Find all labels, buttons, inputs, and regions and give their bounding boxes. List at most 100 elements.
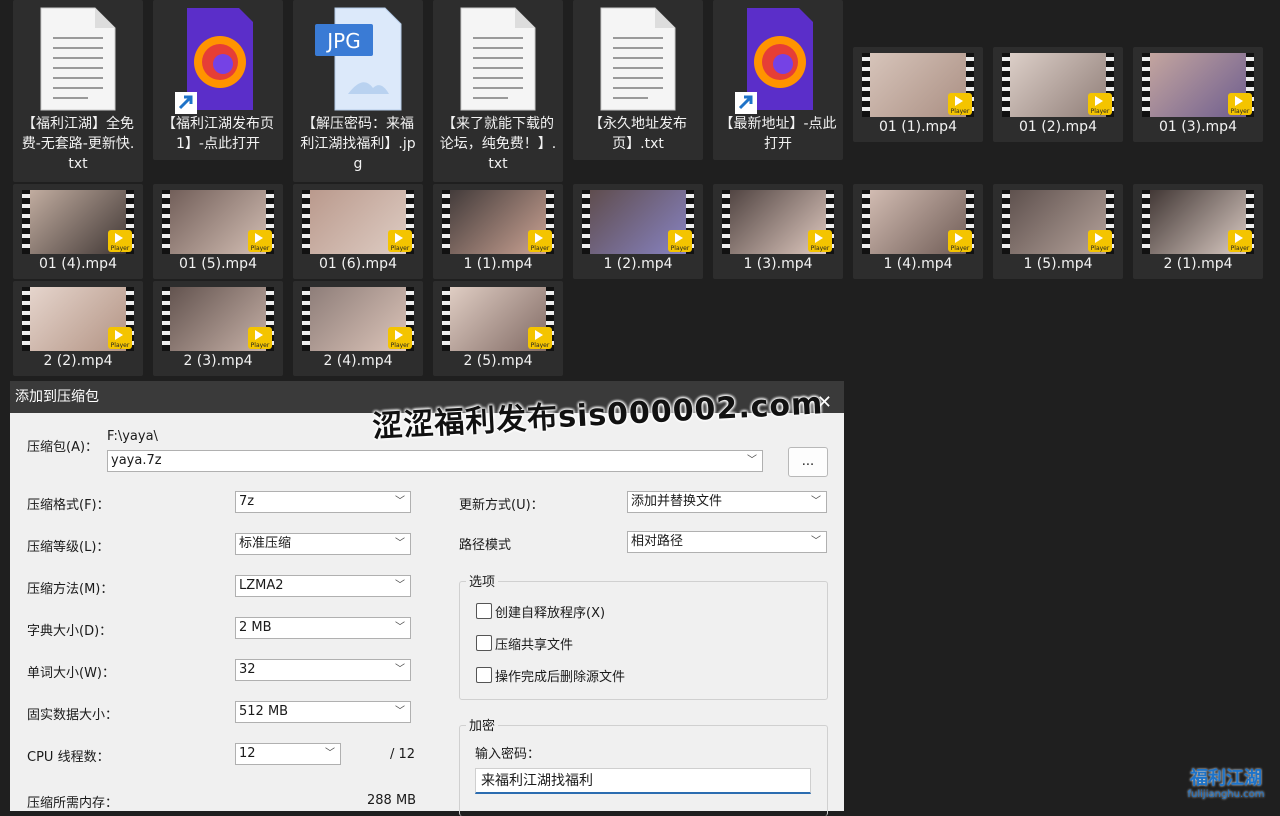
delete-label: 操作完成后删除源文件 (495, 670, 626, 685)
word-select[interactable]: 32 ﹀ (235, 659, 411, 681)
path-label: 路径模式 (459, 538, 512, 553)
file-name: 2 (5).mp4 (463, 353, 533, 369)
archive-label: 压缩包(A)： (27, 440, 99, 455)
level-select[interactable]: 标准压缩 ﹀ (235, 533, 411, 555)
archive-path: F:\yaya\ (107, 429, 158, 444)
path-value: 相对路径 (631, 534, 684, 549)
file-tile-video[interactable]: Player 1 (4).mp4 (853, 184, 983, 279)
method-value: LZMA2 (239, 578, 284, 593)
chevron-down-icon: ﹀ (811, 536, 821, 547)
file-tile-doc3[interactable]: JPG 【解压密码：来福利江湖找福利】.jpg (293, 0, 423, 182)
file-tile-video[interactable]: Player 01 (4).mp4 (13, 184, 143, 279)
logo-main: 福利江湖 (1190, 768, 1262, 789)
chevron-down-icon: ﹀ (395, 538, 405, 549)
video-thumbnail: Player (1002, 190, 1114, 254)
logo-sub: fulijianghu.com (1187, 789, 1265, 800)
file-name: 【永久地址发布页】.txt (589, 116, 687, 152)
cpu-select[interactable]: 12 ﹀ (235, 743, 341, 765)
format-label: 压缩格式(F)： (27, 498, 110, 513)
file-name: 1 (3).mp4 (743, 256, 813, 272)
video-thumbnail: Player (162, 190, 274, 254)
video-thumbnail: Player (442, 190, 554, 254)
video-thumbnail: Player (22, 190, 134, 254)
file-name: 2 (4).mp4 (323, 353, 393, 369)
solid-value: 512 MB (239, 704, 289, 719)
file-tile-video[interactable]: Player 1 (2).mp4 (573, 184, 703, 279)
password-input[interactable]: 来福利江湖找福利 (475, 768, 811, 794)
method-select[interactable]: LZMA2 ﹀ (235, 575, 411, 597)
file-tile-video[interactable]: Player 1 (3).mp4 (713, 184, 843, 279)
sfx-label: 创建自释放程序(X) (495, 606, 606, 621)
jpg-file-icon: JPG (313, 4, 403, 114)
update-select[interactable]: 添加并替换文件 ﹀ (627, 491, 827, 513)
player-badge-icon: Player (1228, 93, 1252, 115)
video-thumbnail: Player (582, 190, 694, 254)
file-tile-video[interactable]: Player 2 (5).mp4 (433, 281, 563, 376)
add-to-archive-dialog: 添加到压缩包 ✕ 压缩包(A)： F:\yaya\ yaya.7z ﹀ ... … (10, 381, 844, 816)
file-tile-video[interactable]: Player 01 (6).mp4 (293, 184, 423, 279)
video-thumbnail: Player (862, 53, 974, 117)
file-tile-video[interactable]: Player 2 (2).mp4 (13, 281, 143, 376)
update-value: 添加并替换文件 (631, 494, 723, 509)
shared-checkbox[interactable] (476, 635, 492, 651)
word-value: 32 (239, 662, 256, 677)
text-file-icon (453, 4, 543, 114)
file-tile-video[interactable]: Player 01 (2).mp4 (993, 47, 1123, 142)
player-badge-icon: Player (248, 327, 272, 349)
file-tile-doc5[interactable]: 【永久地址发布页】.txt (573, 0, 703, 160)
file-tile-video[interactable]: Player 1 (1).mp4 (433, 184, 563, 279)
dialog-title: 添加到压缩包 (15, 389, 99, 405)
file-tile-doc1[interactable]: 【福利江湖】全免费-无套路-更新快.txt (13, 0, 143, 182)
solid-select[interactable]: 512 MB ﹀ (235, 701, 411, 723)
file-name: 【解压密码：来福利江湖找福利】.jpg (300, 116, 416, 172)
text-file-icon (593, 4, 683, 114)
file-tile-video[interactable]: Player 01 (5).mp4 (153, 184, 283, 279)
jpg-badge: JPG (325, 29, 360, 53)
archive-name-value: yaya.7z (111, 453, 162, 468)
chevron-down-icon: ﹀ (395, 664, 405, 675)
file-tile-video[interactable]: Player 2 (3).mp4 (153, 281, 283, 376)
file-tile-doc6[interactable]: 【最新地址】-点此打开 (713, 0, 843, 160)
path-select[interactable]: 相对路径 ﹀ (627, 531, 827, 553)
file-name: 01 (3).mp4 (1159, 119, 1237, 135)
video-thumbnail: Player (1142, 53, 1254, 117)
delete-checkbox[interactable] (476, 667, 492, 683)
video-thumbnail: Player (722, 190, 834, 254)
level-label: 压缩等级(L)： (27, 540, 110, 555)
player-badge-icon: Player (668, 230, 692, 252)
file-tile-video[interactable]: Player 01 (3).mp4 (1133, 47, 1263, 142)
file-name: 1 (4).mp4 (883, 256, 953, 272)
file-tile-doc2[interactable]: 【福利江湖发布页1】-点此打开 (153, 0, 283, 160)
file-name: 【来了就能下载的论坛，纯免费！】.txt (439, 116, 557, 172)
file-tile-video[interactable]: Player 01 (1).mp4 (853, 47, 983, 142)
file-name: 2 (1).mp4 (1163, 256, 1233, 272)
file-tile-video[interactable]: Player 2 (1).mp4 (1133, 184, 1263, 279)
cpu-total: / 12 (390, 747, 416, 762)
file-name: 2 (2).mp4 (43, 353, 113, 369)
format-value: 7z (239, 494, 255, 509)
video-thumbnail: Player (442, 287, 554, 351)
chevron-down-icon[interactable]: ﹀ (747, 451, 757, 471)
file-tile-video[interactable]: Player 1 (5).mp4 (993, 184, 1123, 279)
format-select[interactable]: 7z ﹀ (235, 491, 411, 513)
video-thumbnail: Player (162, 287, 274, 351)
dict-select[interactable]: 2 MB ﹀ (235, 617, 411, 639)
sfx-checkbox[interactable] (476, 603, 492, 619)
file-name: 【福利江湖发布页1】-点此打开 (162, 116, 274, 152)
chevron-down-icon: ﹀ (395, 496, 405, 507)
update-label: 更新方式(U)： (459, 498, 544, 513)
player-badge-icon: Player (528, 230, 552, 252)
firefox-shortcut-icon (173, 4, 263, 114)
mem-value: 288 MB (367, 793, 417, 808)
file-name: 01 (1).mp4 (879, 119, 957, 135)
archive-name-combo[interactable]: yaya.7z ﹀ (107, 450, 763, 472)
file-tile-doc4[interactable]: 【来了就能下载的论坛，纯免费！】.txt (433, 0, 563, 182)
file-name: 1 (5).mp4 (1023, 256, 1093, 272)
file-name: 1 (2).mp4 (603, 256, 673, 272)
chevron-down-icon: ﹀ (395, 706, 405, 717)
browse-button[interactable]: ... (788, 447, 828, 477)
chevron-down-icon: ﹀ (395, 622, 405, 633)
file-tile-video[interactable]: Player 2 (4).mp4 (293, 281, 423, 376)
player-badge-icon: Player (1088, 230, 1112, 252)
level-value: 标准压缩 (239, 536, 292, 551)
